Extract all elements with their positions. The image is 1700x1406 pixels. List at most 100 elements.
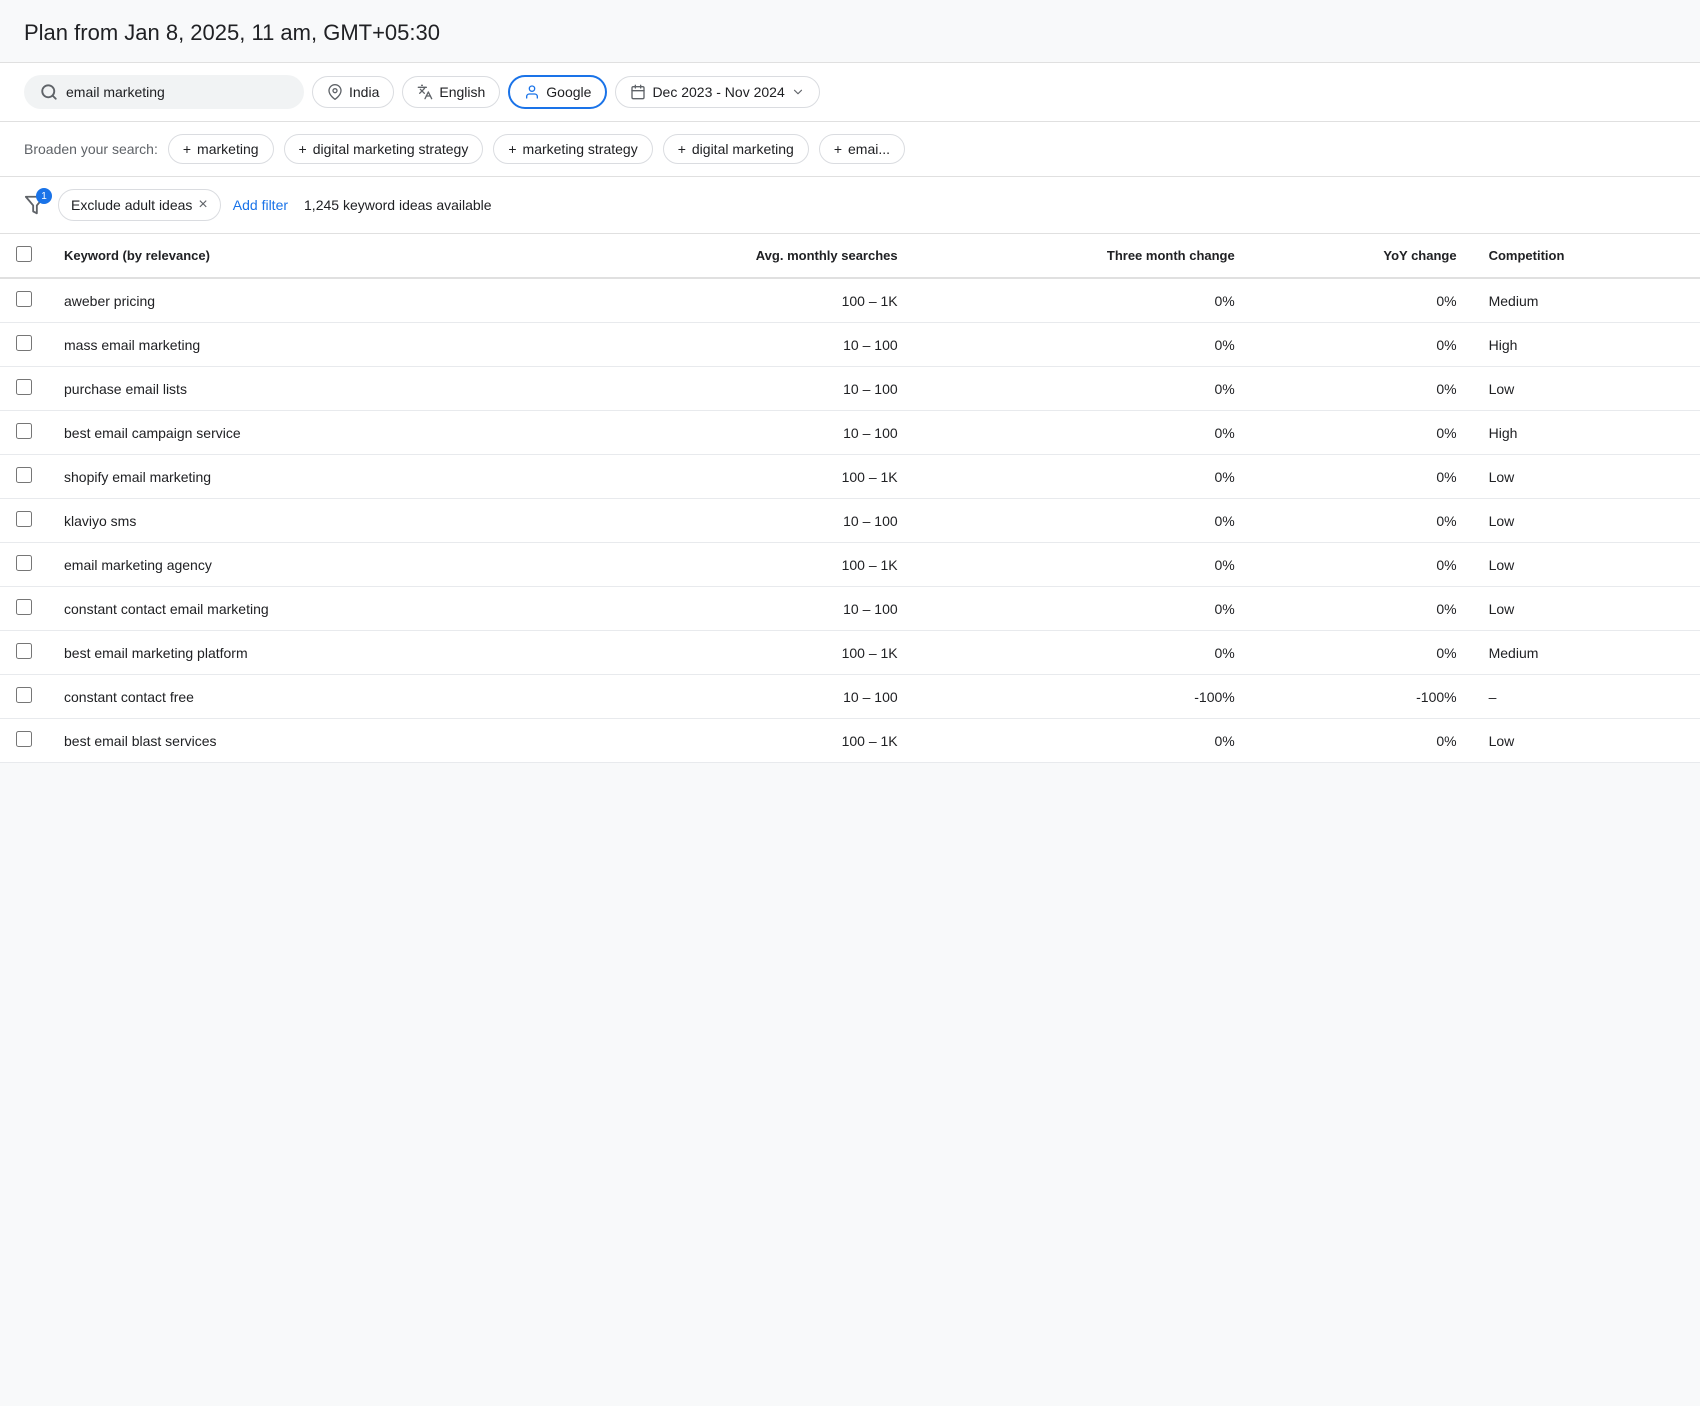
- row-keyword-1: mass email marketing: [48, 323, 547, 367]
- row-checkbox-0[interactable]: [16, 291, 32, 307]
- page-title: Plan from Jan 8, 2025, 11 am, GMT+05:30: [0, 0, 1700, 63]
- row-checkbox-col-8[interactable]: [0, 631, 48, 675]
- exclude-label: Exclude adult ideas: [71, 197, 192, 213]
- language-filter[interactable]: English: [402, 76, 500, 108]
- search-icon: [40, 83, 58, 101]
- add-filter-button[interactable]: Add filter: [233, 197, 288, 213]
- row-checkbox-col-0[interactable]: [0, 278, 48, 323]
- row-avg-monthly-0: 100 – 1K: [547, 278, 914, 323]
- chevron-down-icon: [791, 85, 805, 99]
- row-competition-3: High: [1473, 411, 1700, 455]
- row-yoy-10: 0%: [1251, 719, 1473, 763]
- location-filter[interactable]: India: [312, 76, 394, 108]
- row-avg-monthly-3: 10 – 100: [547, 411, 914, 455]
- date-range-filter[interactable]: Dec 2023 - Nov 2024: [615, 76, 819, 108]
- row-checkbox-4[interactable]: [16, 467, 32, 483]
- search-box[interactable]: [24, 75, 304, 109]
- row-three-month-0: 0%: [914, 278, 1251, 323]
- row-checkbox-1[interactable]: [16, 335, 32, 351]
- broaden-chip-digital-marketing-strategy[interactable]: + digital marketing strategy: [284, 134, 484, 164]
- row-avg-monthly-9: 10 – 100: [547, 675, 914, 719]
- exclude-adult-ideas-pill[interactable]: Exclude adult ideas ×: [58, 189, 221, 221]
- broaden-chip-text-5: emai...: [848, 141, 890, 157]
- row-checkbox-2[interactable]: [16, 379, 32, 395]
- row-checkbox-10[interactable]: [16, 731, 32, 747]
- row-keyword-8: best email marketing platform: [48, 631, 547, 675]
- row-checkbox-col-6[interactable]: [0, 543, 48, 587]
- broaden-chip-plus-1: +: [183, 141, 191, 157]
- row-keyword-3: best email campaign service: [48, 411, 547, 455]
- row-three-month-7: 0%: [914, 587, 1251, 631]
- location-icon: [327, 84, 343, 100]
- broaden-chip-plus-5: +: [834, 141, 842, 157]
- row-keyword-4: shopify email marketing: [48, 455, 547, 499]
- select-all-checkbox[interactable]: [16, 246, 32, 262]
- row-checkbox-col-7[interactable]: [0, 587, 48, 631]
- broaden-chip-plus-4: +: [678, 141, 686, 157]
- keyword-table-wrapper: Keyword (by relevance) Avg. monthly sear…: [0, 234, 1700, 763]
- table-row: mass email marketing 10 – 100 0% 0% High: [0, 323, 1700, 367]
- row-keyword-7: constant contact email marketing: [48, 587, 547, 631]
- row-checkbox-col-2[interactable]: [0, 367, 48, 411]
- row-checkbox-col-10[interactable]: [0, 719, 48, 763]
- row-checkbox-7[interactable]: [16, 599, 32, 615]
- table-row: klaviyo sms 10 – 100 0% 0% Low: [0, 499, 1700, 543]
- row-avg-monthly-1: 10 – 100: [547, 323, 914, 367]
- platform-filter[interactable]: Google: [508, 75, 607, 109]
- table-row: purchase email lists 10 – 100 0% 0% Low: [0, 367, 1700, 411]
- platform-icon: [524, 84, 540, 100]
- row-checkbox-6[interactable]: [16, 555, 32, 571]
- row-competition-1: High: [1473, 323, 1700, 367]
- broaden-chip-plus-3: +: [508, 141, 516, 157]
- row-checkbox-col-3[interactable]: [0, 411, 48, 455]
- broaden-chip-text-2: digital marketing strategy: [313, 141, 469, 157]
- row-checkbox-8[interactable]: [16, 643, 32, 659]
- row-checkbox-col-9[interactable]: [0, 675, 48, 719]
- broaden-chip-text-1: marketing: [197, 141, 258, 157]
- header-checkbox-col[interactable]: [0, 234, 48, 278]
- row-competition-10: Low: [1473, 719, 1700, 763]
- broaden-chip-email[interactable]: + emai...: [819, 134, 905, 164]
- row-yoy-2: 0%: [1251, 367, 1473, 411]
- table-row: best email blast services 100 – 1K 0% 0%…: [0, 719, 1700, 763]
- row-keyword-0: aweber pricing: [48, 278, 547, 323]
- row-three-month-4: 0%: [914, 455, 1251, 499]
- row-competition-0: Medium: [1473, 278, 1700, 323]
- header-yoy: YoY change: [1251, 234, 1473, 278]
- row-three-month-9: -100%: [914, 675, 1251, 719]
- broaden-chip-marketing[interactable]: + marketing: [168, 134, 274, 164]
- row-keyword-5: klaviyo sms: [48, 499, 547, 543]
- row-yoy-0: 0%: [1251, 278, 1473, 323]
- broaden-chip-plus-2: +: [299, 141, 307, 157]
- row-checkbox-col-4[interactable]: [0, 455, 48, 499]
- row-yoy-6: 0%: [1251, 543, 1473, 587]
- row-checkbox-col-5[interactable]: [0, 499, 48, 543]
- row-checkbox-3[interactable]: [16, 423, 32, 439]
- row-three-month-10: 0%: [914, 719, 1251, 763]
- broaden-chip-digital-marketing[interactable]: + digital marketing: [663, 134, 809, 164]
- exclude-close-icon[interactable]: ×: [198, 196, 207, 214]
- row-avg-monthly-6: 100 – 1K: [547, 543, 914, 587]
- row-checkbox-5[interactable]: [16, 511, 32, 527]
- row-competition-5: Low: [1473, 499, 1700, 543]
- row-keyword-6: email marketing agency: [48, 543, 547, 587]
- filter-badge: 1: [36, 188, 52, 204]
- table-row: constant contact free 10 – 100 -100% -10…: [0, 675, 1700, 719]
- table-row: aweber pricing 100 – 1K 0% 0% Medium: [0, 278, 1700, 323]
- row-avg-monthly-10: 100 – 1K: [547, 719, 914, 763]
- row-three-month-5: 0%: [914, 499, 1251, 543]
- row-checkbox-col-1[interactable]: [0, 323, 48, 367]
- filter-button[interactable]: 1: [24, 194, 46, 216]
- row-three-month-1: 0%: [914, 323, 1251, 367]
- broaden-chip-marketing-strategy[interactable]: + marketing strategy: [493, 134, 652, 164]
- row-yoy-5: 0%: [1251, 499, 1473, 543]
- search-input[interactable]: [66, 84, 246, 100]
- platform-label: Google: [546, 84, 591, 100]
- broaden-chip-text-3: marketing strategy: [523, 141, 638, 157]
- row-competition-4: Low: [1473, 455, 1700, 499]
- row-checkbox-9[interactable]: [16, 687, 32, 703]
- search-bar-row: India English Google Dec 2023 - Nov 2024: [0, 63, 1700, 122]
- header-competition: Competition: [1473, 234, 1700, 278]
- row-three-month-2: 0%: [914, 367, 1251, 411]
- row-competition-6: Low: [1473, 543, 1700, 587]
